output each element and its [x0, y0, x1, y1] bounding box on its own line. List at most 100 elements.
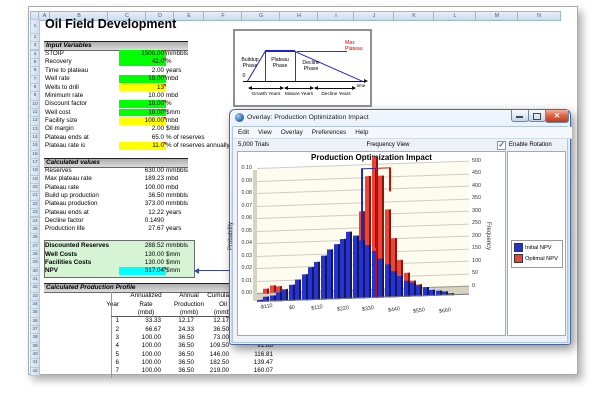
minimize-icon	[516, 116, 523, 118]
chart-axes: 0.0000.01500.021000.031500.042000.052500…	[238, 152, 505, 335]
column-header[interactable]: L	[433, 11, 477, 21]
y-axis-tick-label: 50	[472, 270, 486, 276]
maximize-button[interactable]	[528, 110, 546, 122]
growth-years-span-arrow	[249, 88, 283, 89]
cell-unit: % of reserves	[166, 134, 205, 142]
table-cell: 36.50	[158, 342, 194, 350]
diagram-time-axis	[243, 81, 365, 82]
cell-label: Plateau rate is	[45, 142, 85, 150]
cell-value[interactable]: 317.04	[119, 267, 166, 275]
legend-label: Optimal NPV	[525, 256, 558, 262]
max-plateau-label: Max Plateau	[345, 41, 370, 52]
cell-label: Facility size	[45, 117, 78, 125]
menu-item-preferences[interactable]: Preferences	[312, 127, 346, 138]
table-cell: 6	[83, 359, 119, 367]
cell-label: NPV	[45, 267, 58, 275]
cell-value: 373.00	[119, 200, 166, 208]
cell-value[interactable]: 10.00	[119, 75, 166, 83]
x-axis-label: $660	[430, 306, 461, 317]
y-axis-tick-label: 400	[472, 183, 486, 189]
column-header[interactable]: J	[353, 11, 395, 21]
cell-unit: years	[166, 225, 181, 233]
mature-years-span-arrow	[285, 88, 313, 89]
menu-item-help[interactable]: Help	[355, 127, 368, 138]
table-col-header: Year	[89, 301, 119, 309]
cell-value: 130.00	[119, 251, 166, 259]
cell-label: Plateau rate	[45, 184, 79, 192]
cell-value: 288.52	[119, 242, 166, 250]
y-axis-tick-label: 0.10	[238, 165, 252, 171]
menu-item-view[interactable]: View	[258, 127, 272, 138]
minimize-button[interactable]	[511, 110, 529, 122]
plateau-phase-label: Plateau Phase	[267, 58, 293, 69]
sheet-title: Oil Field Development	[45, 20, 176, 28]
row-number[interactable]: 42	[30, 367, 40, 376]
cell-value[interactable]: 10.00	[119, 100, 166, 108]
cell-label: Reserves	[45, 167, 72, 175]
cell-label: Well Costs	[45, 251, 77, 259]
cell-value[interactable]: 10.00	[119, 109, 166, 117]
y-axis-tick-label: 0.03	[238, 253, 252, 259]
cell-unit: %	[166, 58, 172, 66]
legend-box: Initial NPV Optimal NPV	[511, 240, 563, 268]
cell-value[interactable]: 100.00	[119, 117, 166, 125]
frequency-axis-label: Frequency	[484, 222, 492, 250]
table-cell: 12.17	[193, 317, 229, 325]
table-cell: 100.00	[125, 359, 161, 367]
phase-divider-line	[295, 51, 296, 81]
table-cell: 7	[83, 367, 119, 375]
column-header[interactable]: G	[241, 11, 281, 21]
column-header[interactable]: M	[475, 11, 519, 21]
cell-value: 189.23	[119, 175, 166, 183]
close-button[interactable]: ✕	[545, 110, 569, 123]
cell-value: 12.22	[119, 209, 166, 217]
cell-unit: mmbbls	[166, 192, 188, 200]
table-cell: 160.07	[237, 367, 273, 375]
column-header[interactable]: F	[203, 11, 243, 21]
column-header[interactable]: K	[393, 11, 435, 21]
legend-item: Optimal NPV	[514, 254, 560, 263]
table-cell: 116.81	[237, 351, 273, 359]
cell-value[interactable]: 42.0	[119, 58, 166, 66]
legend-item: Initial NPV	[514, 243, 560, 252]
cell-label: Plateau ends at	[45, 134, 89, 142]
chart-area: Production Optimization Impact 0.0000.01…	[237, 151, 506, 336]
column-header[interactable]: H	[279, 11, 319, 21]
column-header[interactable]: N	[517, 11, 561, 21]
table-cell: 36.50	[158, 351, 194, 359]
cell-value: 2.00	[119, 67, 166, 75]
table-cell: 182.50	[193, 359, 229, 367]
checkbox-check-icon: ✓	[499, 140, 505, 149]
cell-value[interactable]: 1500.00	[119, 50, 166, 58]
column-header[interactable]: E	[173, 11, 205, 21]
view-mode-label: Frequency View	[333, 141, 443, 149]
menu-item-overlay[interactable]: Overlay	[281, 127, 303, 138]
y-axis-tick-label: 0.01	[238, 278, 252, 284]
cell-unit: $mm	[166, 251, 180, 259]
window-title: Overlay: Production Optimization Impact	[247, 114, 369, 122]
cell-value: 27.67	[119, 225, 166, 233]
menu-item-edit[interactable]: Edit	[238, 127, 249, 138]
table-cell: 3	[83, 334, 119, 342]
table-col-header: Rate	[124, 301, 168, 309]
y-axis-tick-label: 0.07	[238, 203, 252, 209]
row-number[interactable]: 1	[30, 19, 40, 34]
cell-label: Well rate	[45, 75, 70, 83]
column-header[interactable]: I	[317, 11, 355, 21]
cell-value[interactable]: 13	[119, 84, 166, 92]
enable-rotation-checkbox[interactable]: ✓	[497, 141, 506, 150]
maximize-icon	[533, 113, 541, 120]
close-icon: ✕	[546, 110, 568, 122]
window-icon	[235, 113, 244, 122]
growth-years-label: Growth Years	[249, 92, 283, 97]
overlay-window: Overlay: Production Optimization Impact …	[229, 109, 571, 345]
cell-unit: $mm	[166, 267, 180, 275]
table-cell: 24.33	[158, 326, 194, 334]
cell-label: STOIP	[45, 50, 64, 58]
cell-unit: mbd	[166, 184, 178, 192]
cell-value: 2.00	[119, 125, 166, 133]
cell-label: Production life	[45, 225, 85, 233]
cell-value[interactable]: 11.0	[119, 142, 166, 150]
cell-label: Decline factor	[45, 217, 84, 225]
y-axis-tick-label: 0.00	[238, 290, 252, 296]
